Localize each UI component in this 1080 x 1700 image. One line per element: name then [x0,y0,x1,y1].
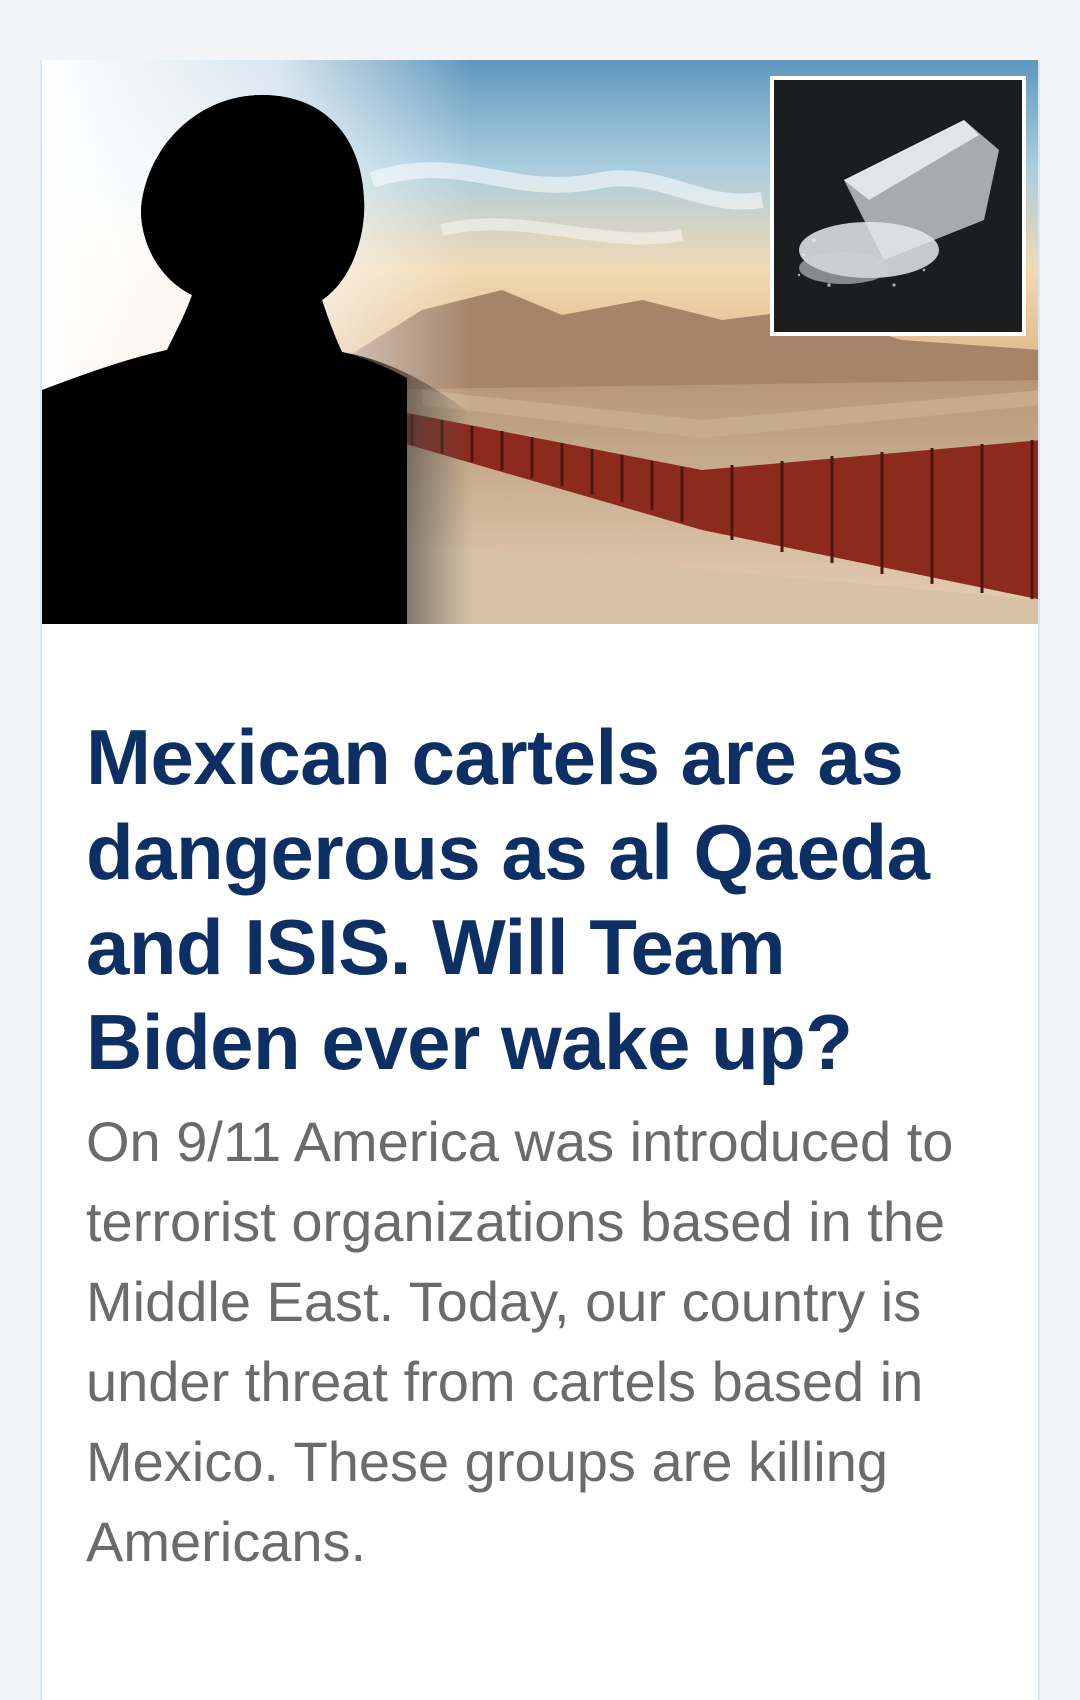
article-summary: On 9/11 America was introduced to terror… [86,1110,954,1573]
article-hero-image[interactable] [42,60,1038,624]
powder-bag-icon [774,80,1022,332]
inset-drug-photo [770,76,1026,336]
article-text: Mexican cartels are as dangerous as al Q… [86,710,1006,1582]
article-card[interactable]: Mexican cartels are as dangerous as al Q… [40,60,1040,1700]
article-headline[interactable]: Mexican cartels are as dangerous as al Q… [86,710,1006,1090]
